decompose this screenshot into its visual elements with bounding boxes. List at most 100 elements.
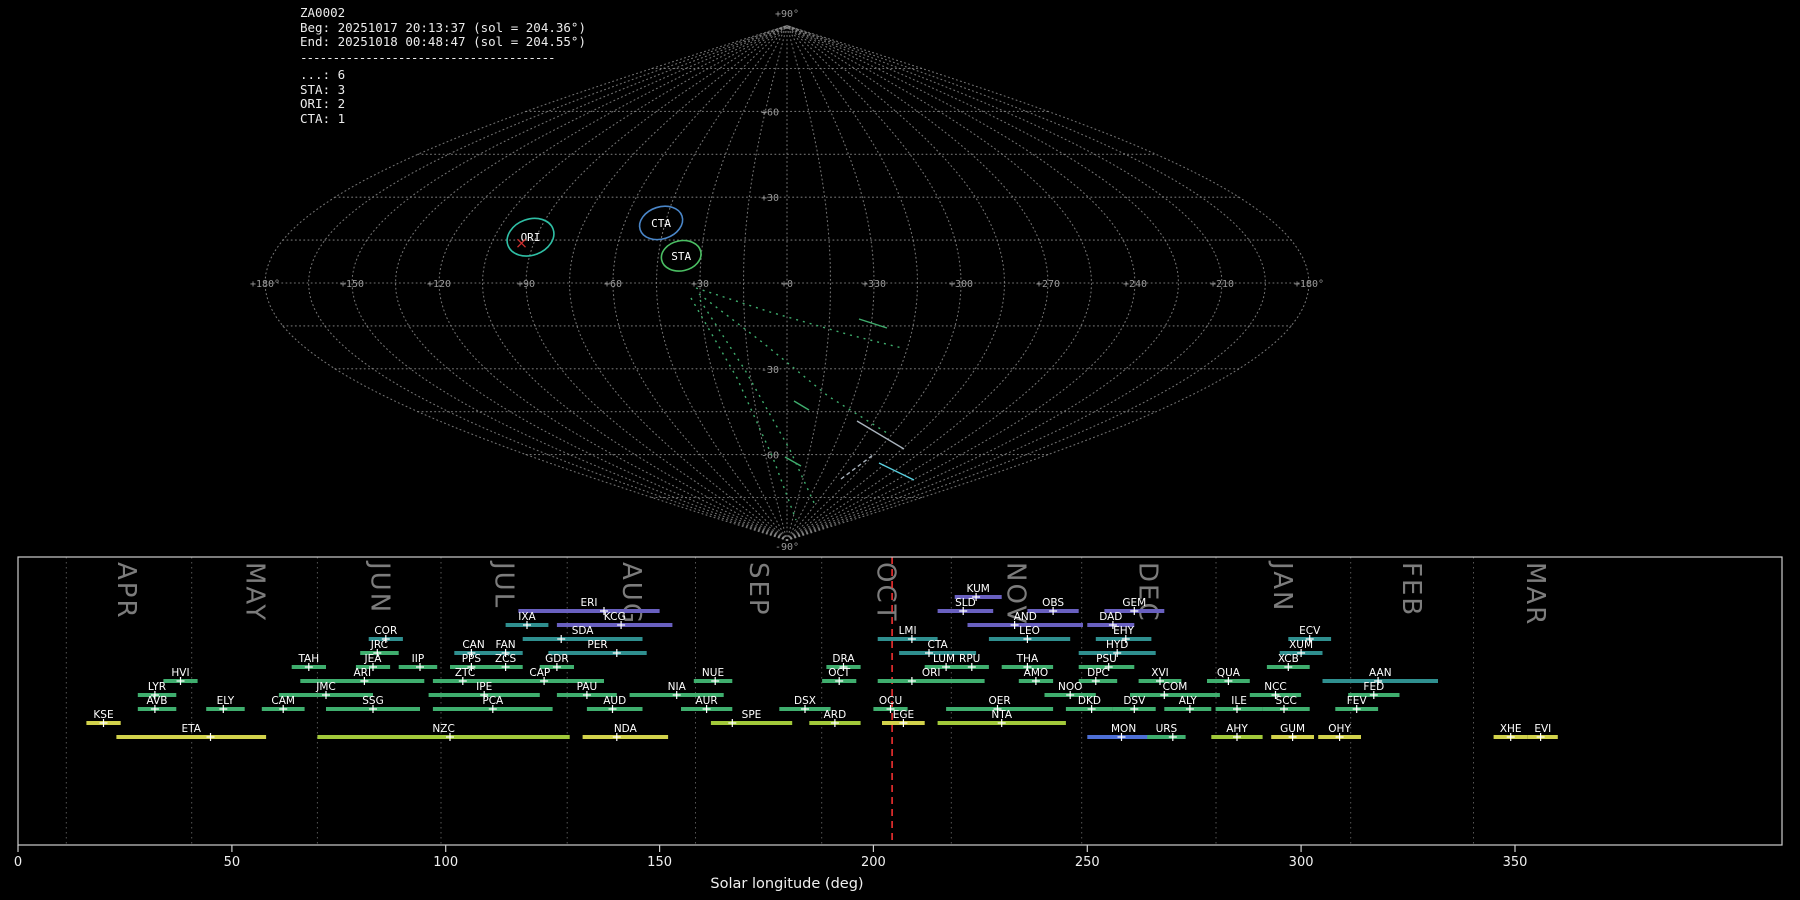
shower-code-label: IXA: [518, 611, 536, 623]
station-id: ZA0002: [300, 6, 586, 21]
shower-code-label: EGE: [893, 709, 914, 721]
shower-code-label: ARD: [824, 709, 847, 721]
shower-bar-scc: SCC: [1263, 695, 1310, 713]
shower-code-label: URS: [1156, 723, 1178, 735]
shower-bar-hyd: HYD: [1079, 639, 1156, 657]
shower-code-label: RPU: [959, 653, 980, 665]
month-label-oct: OCT: [870, 562, 900, 623]
shower-code-label: ELY: [217, 695, 235, 707]
shower-code-label: NDA: [614, 723, 638, 735]
shower-code-label: PSU: [1096, 653, 1117, 665]
shower-bar-avb: AVB: [138, 695, 177, 713]
count-ori: ORI: 2: [300, 97, 586, 112]
lon-label: +180°: [250, 279, 280, 290]
shower-code-label: LMI: [899, 625, 917, 637]
meteor-trail: [691, 298, 796, 520]
shower-code-label: ECV: [1299, 625, 1321, 637]
lat-label: -30: [761, 365, 779, 376]
shower-bar-ixa: IXA: [506, 611, 549, 629]
shower-code-label: SDA: [572, 625, 595, 637]
shower-code-label: SCC: [1276, 695, 1297, 707]
shower-bar-hvi: HVI: [163, 667, 197, 685]
shower-bar-gum: GUM: [1271, 723, 1314, 741]
lon-label: +150: [340, 279, 364, 290]
lon-label: +210: [1210, 279, 1234, 290]
shower-code-label: NZC: [432, 723, 454, 735]
meteor-trail: [841, 455, 873, 479]
shower-bar-qua: QUA: [1207, 667, 1250, 685]
shower-code-label: AMO: [1024, 667, 1049, 679]
shower-bar-nue: NUE: [694, 667, 733, 685]
shower-bar-ori: ORI: [878, 667, 985, 685]
count-sta: STA: 3: [300, 83, 586, 98]
shower-bar-nda: NDA: [583, 723, 669, 741]
shower-code-label: SSG: [362, 695, 383, 707]
shower-code-label: GEM: [1122, 597, 1146, 609]
shower-code-label: DPC: [1087, 667, 1109, 679]
meteor-trail: [857, 421, 904, 449]
pole-label-north: +90°: [775, 9, 799, 20]
month-label-apr: APR: [111, 562, 141, 620]
lon-label: +330: [862, 279, 886, 290]
meteor-trail: [879, 463, 914, 480]
shower-bar-nzc: NZC: [317, 723, 569, 741]
shower-code-label: PPS: [462, 653, 482, 665]
shower-code-label: OHY: [1328, 723, 1351, 735]
shower-code-label: EHY: [1113, 625, 1135, 637]
shower-code-label: NTA: [991, 709, 1012, 721]
shower-bar-rpu: RPU: [950, 653, 989, 671]
radiant-label: ORI: [521, 231, 541, 244]
shower-code-label: LYR: [148, 681, 166, 693]
lat-label: +30: [761, 193, 779, 204]
begin-time: Beg: 20251017 20:13:37 (sol = 204.36°): [300, 21, 586, 36]
shower-code-label: NUE: [702, 667, 724, 679]
pole-label-south: -90°: [775, 542, 799, 553]
lon-label: +60: [604, 279, 622, 290]
shower-bar-nta: NTA: [938, 709, 1066, 727]
radiant-label: CTA: [651, 217, 671, 230]
shower-code-label: SLD: [955, 597, 976, 609]
shower-code-label: OCT: [828, 667, 851, 679]
month-label-mar: MAR: [1520, 562, 1550, 626]
shower-code-label: DRA: [832, 653, 855, 665]
month-label-dec: DEC: [1132, 562, 1162, 623]
shower-bar-aud: AUD: [587, 695, 643, 713]
meteor-shower-report: +90°-90°+180°+150+120+90+60+30+0+330+300…: [0, 0, 1800, 900]
shower-code-label: KSE: [93, 709, 113, 721]
month-label-jun: JUN: [365, 560, 395, 614]
shower-code-label: GDR: [545, 653, 569, 665]
month-label-jul: JUL: [489, 560, 519, 609]
shower-bar-ely: ELY: [206, 695, 245, 713]
shower-bar-ege: EGE: [882, 709, 925, 727]
shower-bar-aly: ALY: [1164, 695, 1211, 713]
peak-marker: [728, 719, 736, 727]
shower-code-label: OCU: [879, 695, 902, 707]
shower-code-label: PAU: [577, 681, 598, 693]
shower-code-label: MON: [1111, 723, 1136, 735]
shower-code-label: AAN: [1369, 667, 1392, 679]
peak-marker: [908, 677, 916, 685]
shower-bar-sld: SLD: [938, 597, 994, 615]
lon-label: +0: [781, 279, 793, 290]
lon-label: +30: [691, 279, 709, 290]
shower-bar-ahy: AHY: [1211, 723, 1262, 741]
shower-code-label: JMC: [315, 681, 336, 693]
shower-code-label: ALY: [1179, 695, 1198, 707]
shower-code-label: ARI: [354, 667, 372, 679]
shower-bar-tah: TAH: [292, 653, 326, 671]
month-label-feb: FEB: [1396, 562, 1426, 617]
shower-code-label: XVI: [1151, 667, 1168, 679]
shower-code-label: AHY: [1226, 723, 1248, 735]
meteor-trail: [696, 288, 902, 348]
shower-bar-ile: ILE: [1216, 695, 1263, 713]
shower-code-label: PCA: [482, 695, 504, 707]
shower-code-label: HYD: [1106, 639, 1128, 651]
shower-bar-evi: EVI: [1528, 723, 1558, 741]
radiant-label: STA: [671, 250, 691, 263]
shower-code-label: IIP: [412, 653, 425, 665]
shower-code-label: NIA: [668, 681, 687, 693]
shower-code-label: NCC: [1264, 681, 1287, 693]
radiant-sta: STA: [659, 237, 704, 275]
divider: ---------------------------------------: [300, 51, 586, 66]
shower-code-label: KUM: [967, 583, 990, 595]
